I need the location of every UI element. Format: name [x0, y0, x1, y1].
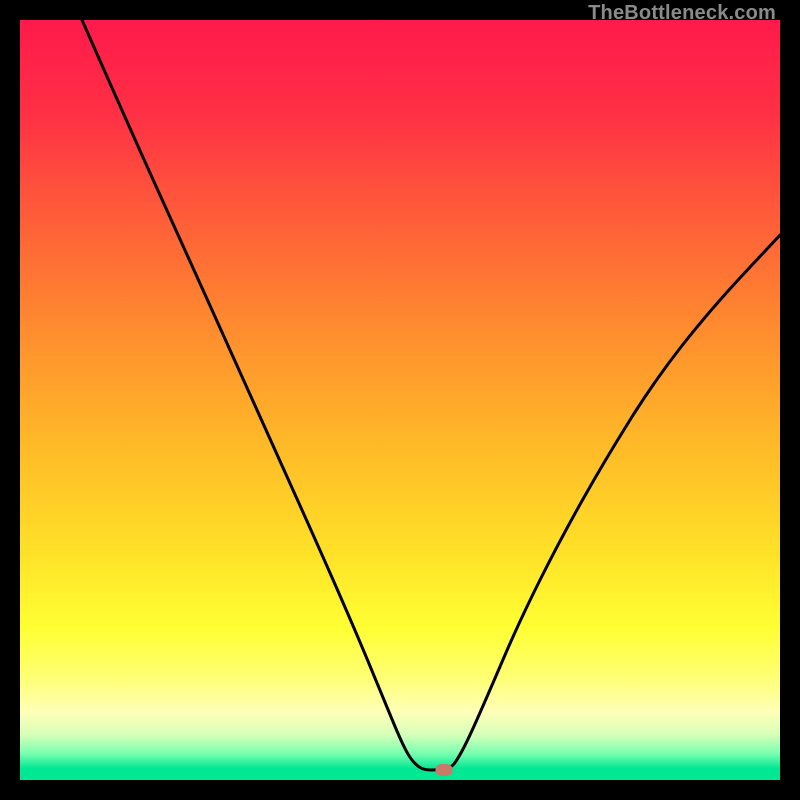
optimum-marker — [436, 764, 453, 776]
bottleneck-curve — [20, 20, 780, 780]
chart-frame: TheBottleneck.com — [0, 0, 800, 800]
watermark-text: TheBottleneck.com — [588, 2, 776, 25]
plot-area — [20, 20, 780, 780]
